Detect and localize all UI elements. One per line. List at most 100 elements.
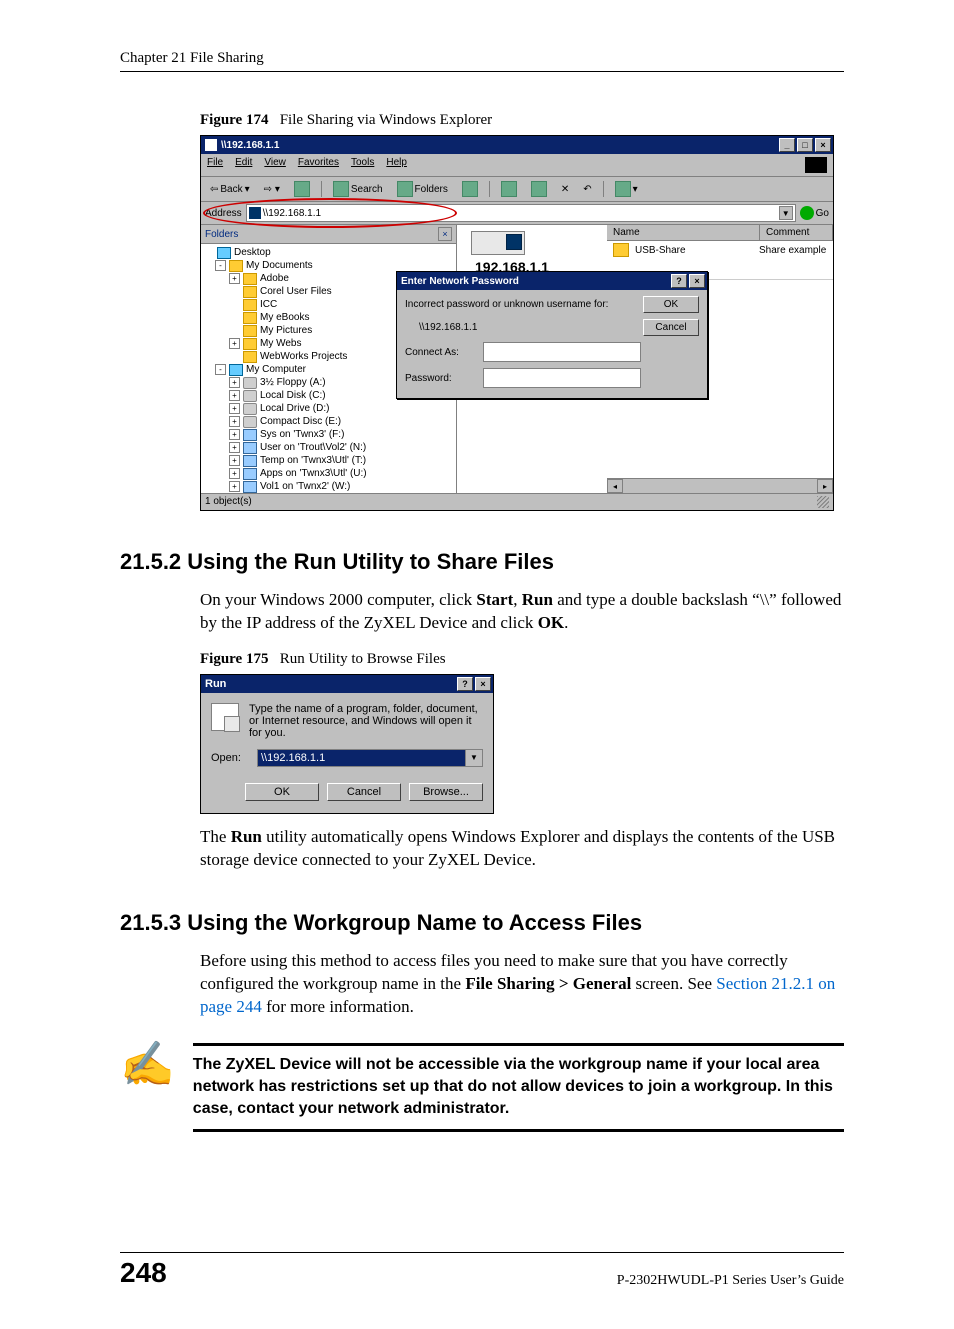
net-icon bbox=[243, 468, 257, 480]
share-name: USB-Share bbox=[635, 245, 753, 256]
expand-icon[interactable]: - bbox=[215, 364, 226, 375]
tree-item[interactable]: +Apps on 'Twnx3\Utl' (U:) bbox=[203, 467, 454, 480]
go-icon bbox=[800, 206, 814, 220]
dialog-titlebar[interactable]: Enter Network Password ? × bbox=[397, 272, 707, 290]
expand-icon[interactable]: + bbox=[229, 390, 240, 401]
scroll-left-icon[interactable]: ◂ bbox=[607, 479, 623, 493]
network-place-icon bbox=[471, 231, 525, 255]
menu-view[interactable]: View bbox=[264, 157, 286, 173]
back-button[interactable]: ⇦ Back ▾ bbox=[205, 182, 255, 197]
folders-icon bbox=[397, 181, 413, 197]
move-to-icon bbox=[501, 181, 517, 197]
expand-icon[interactable]: + bbox=[229, 338, 240, 349]
open-combobox[interactable]: \\192.168.1.1 ▼ bbox=[257, 749, 483, 767]
tree-item[interactable]: +Temp on 'Twnx3\Utl' (T:) bbox=[203, 454, 454, 467]
note-body: The ZyXEL Device will not be accessible … bbox=[193, 1043, 844, 1132]
up-button[interactable] bbox=[289, 179, 315, 199]
close-button[interactable]: × bbox=[815, 138, 831, 152]
tree-item[interactable]: +Sys on 'Twnx3' (F:) bbox=[203, 428, 454, 441]
column-comment[interactable]: Comment bbox=[760, 225, 833, 240]
menu-tools[interactable]: Tools bbox=[351, 157, 374, 173]
dialog-help-button[interactable]: ? bbox=[671, 274, 687, 288]
window-title: \\192.168.1.1 bbox=[221, 140, 279, 151]
expand-icon[interactable]: + bbox=[229, 468, 240, 479]
run-titlebar[interactable]: Run ? × bbox=[201, 675, 493, 693]
open-dropdown-icon[interactable]: ▼ bbox=[465, 750, 482, 766]
folder-icon bbox=[243, 312, 257, 324]
section-21-5-3-heading: 21.5.3 Using the Workgroup Name to Acces… bbox=[120, 910, 844, 936]
address-bar: Address \\192.168.1.1 ▼ Go bbox=[201, 202, 833, 225]
run-browse-button[interactable]: Browse... bbox=[409, 783, 483, 801]
status-bar: 1 object(s) bbox=[201, 493, 833, 510]
tree-item[interactable]: +Vol1 on 'Twnx2' (W:) bbox=[203, 480, 454, 493]
folders-pane-close-icon[interactable]: × bbox=[438, 227, 452, 241]
drive-icon bbox=[243, 403, 257, 415]
expand-icon[interactable]: + bbox=[229, 429, 240, 440]
search-button[interactable]: Search bbox=[328, 179, 388, 199]
scroll-right-icon[interactable]: ▸ bbox=[817, 479, 833, 493]
menu-file[interactable]: File bbox=[207, 157, 223, 173]
share-item[interactable]: USB-Share Share example bbox=[607, 241, 833, 259]
tree-item[interactable]: +Compact Disc (E:) bbox=[203, 415, 454, 428]
maximize-button[interactable]: □ bbox=[797, 138, 813, 152]
tree-item[interactable]: +User on 'Trout\Vol2' (N:) bbox=[203, 441, 454, 454]
run-help-button[interactable]: ? bbox=[457, 677, 473, 691]
window-titlebar[interactable]: \\192.168.1.1 _ □ × bbox=[201, 136, 833, 154]
tree-item[interactable]: +Local Drive (D:) bbox=[203, 402, 454, 415]
guide-title: P-2302HWUDL-P1 Series User’s Guide bbox=[617, 1273, 844, 1289]
expand-icon[interactable]: + bbox=[229, 455, 240, 466]
expand-icon[interactable]: - bbox=[215, 260, 226, 271]
undo-button[interactable]: ↶ bbox=[578, 182, 596, 197]
menu-help[interactable]: Help bbox=[386, 157, 407, 173]
figure-175-text: Run Utility to Browse Files bbox=[280, 651, 446, 667]
address-input[interactable]: \\192.168.1.1 ▼ bbox=[246, 204, 796, 222]
figure-174-label: Figure 174 bbox=[200, 112, 268, 128]
search-icon bbox=[333, 181, 349, 197]
address-dropdown-icon[interactable]: ▼ bbox=[779, 206, 793, 220]
go-button[interactable]: Go bbox=[800, 206, 829, 220]
toolbar-separator bbox=[603, 181, 604, 197]
expand-icon[interactable]: + bbox=[229, 481, 240, 492]
expand-icon[interactable]: + bbox=[229, 377, 240, 388]
tree-label: ICC bbox=[260, 298, 277, 311]
figure-174-caption: Figure 174 File Sharing via Windows Expl… bbox=[200, 112, 844, 129]
back-label: Back bbox=[220, 184, 242, 195]
tree-label: 3½ Floppy (A:) bbox=[260, 376, 326, 389]
expand-icon[interactable]: + bbox=[229, 442, 240, 453]
move-button[interactable] bbox=[496, 179, 522, 199]
open-label: Open: bbox=[211, 752, 247, 764]
dialog-cancel-button[interactable]: Cancel bbox=[643, 319, 699, 336]
run-ok-button[interactable]: OK bbox=[245, 783, 319, 801]
views-button[interactable]: ▾ bbox=[610, 179, 643, 199]
menu-edit[interactable]: Edit bbox=[235, 157, 252, 173]
password-input[interactable] bbox=[483, 368, 641, 388]
resize-grip-icon[interactable] bbox=[817, 496, 829, 508]
delete-button[interactable]: ✕ bbox=[556, 182, 574, 197]
expand-icon[interactable]: + bbox=[229, 403, 240, 414]
minimize-button[interactable]: _ bbox=[779, 138, 795, 152]
figure-174-window: \\192.168.1.1 _ □ × File Edit View Favor… bbox=[200, 135, 834, 511]
folder-icon bbox=[243, 273, 257, 285]
expand-icon[interactable]: + bbox=[229, 416, 240, 427]
enter-network-password-dialog: Enter Network Password ? × Incorrect pas… bbox=[396, 271, 708, 399]
connect-as-input[interactable] bbox=[483, 342, 641, 362]
up-icon bbox=[294, 181, 310, 197]
expand-icon[interactable]: + bbox=[229, 273, 240, 284]
run-cancel-button[interactable]: Cancel bbox=[327, 783, 401, 801]
address-value: \\192.168.1.1 bbox=[263, 208, 321, 219]
folder-icon bbox=[243, 286, 257, 298]
dialog-ok-button[interactable]: OK bbox=[643, 296, 699, 313]
history-button[interactable] bbox=[457, 179, 483, 199]
run-close-button[interactable]: × bbox=[475, 677, 491, 691]
net-icon bbox=[243, 442, 257, 454]
forward-button[interactable]: ⇨ ▾ bbox=[259, 182, 285, 197]
copy-button[interactable] bbox=[526, 179, 552, 199]
horizontal-scrollbar[interactable]: ◂ ▸ bbox=[607, 478, 833, 493]
dialog-title: Enter Network Password bbox=[401, 276, 519, 287]
dialog-close-button[interactable]: × bbox=[689, 274, 705, 288]
folders-button[interactable]: Folders bbox=[392, 179, 453, 199]
tree-item[interactable]: Desktop bbox=[203, 246, 454, 259]
column-name[interactable]: Name bbox=[607, 225, 760, 240]
menu-favorites[interactable]: Favorites bbox=[298, 157, 339, 173]
address-icon bbox=[249, 207, 261, 219]
